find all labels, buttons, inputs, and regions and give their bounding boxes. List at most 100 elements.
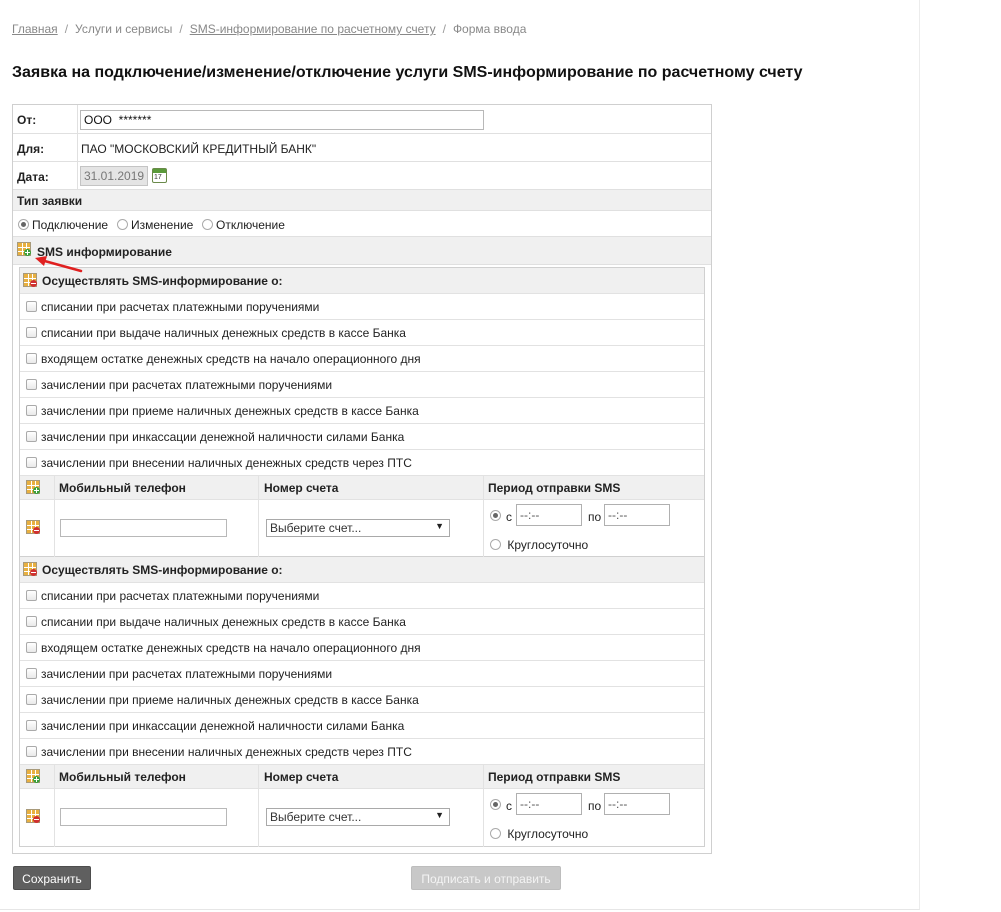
- phone-input[interactable]: [60, 519, 227, 537]
- radio-connect-label: Подключение: [32, 218, 109, 232]
- remove-badge: [33, 527, 40, 534]
- checkbox[interactable]: [26, 405, 37, 416]
- account-select[interactable]: Выберите счет... ▼: [266, 519, 450, 537]
- column-period: Период отправки SMS: [488, 481, 621, 495]
- block-2-grid-row: Выберите счет... ▼ с по Круглосуточно: [20, 789, 704, 847]
- option-label: зачислении при инкассации денежной налич…: [41, 719, 405, 733]
- radio-connect-control[interactable]: [18, 219, 29, 230]
- checkbox[interactable]: [26, 353, 37, 364]
- option-label: зачислении при внесении наличных денежны…: [41, 745, 412, 759]
- calendar-icon[interactable]: 17: [152, 168, 167, 183]
- breadcrumb-home[interactable]: Главная: [12, 22, 58, 36]
- radio-disconnect-control[interactable]: [202, 219, 213, 230]
- save-button[interactable]: Сохранить: [13, 866, 91, 890]
- remove-badge: [33, 816, 40, 823]
- date-label: Дата:: [17, 170, 49, 184]
- time-from-input[interactable]: [516, 504, 582, 526]
- sms-section-header: SMS информирование: [13, 237, 711, 265]
- option-label: зачислении при внесении наличных денежны…: [41, 456, 412, 470]
- add-block-icon[interactable]: [17, 242, 31, 256]
- round-the-clock-radio[interactable]: [490, 539, 501, 550]
- add-row-icon[interactable]: [26, 769, 40, 783]
- round-the-clock-radio[interactable]: [490, 828, 501, 839]
- breadcrumb: Главная / Услуги и сервисы / SMS-информирова…: [12, 22, 526, 36]
- sign-and-send-button[interactable]: Подписать и отправить: [411, 866, 561, 890]
- block-1-grid-header: Мобильный телефон Номер счета Период отп…: [20, 476, 704, 500]
- period-from-label: с: [506, 510, 512, 524]
- block-2-option[interactable]: списании при выдаче наличных денежных ср…: [20, 609, 704, 635]
- from-input[interactable]: [80, 110, 484, 130]
- remove-row-icon[interactable]: [26, 809, 40, 823]
- request-type-header: Тип заявки: [13, 190, 711, 211]
- block-2-option[interactable]: списании при расчетах платежными поручен…: [20, 583, 704, 609]
- block-1-option[interactable]: зачислении при расчетах платежными поруч…: [20, 372, 704, 398]
- add-badge: [33, 487, 40, 494]
- radio-connect[interactable]: Подключение: [18, 218, 108, 232]
- block-2-option[interactable]: зачислении при инкассации денежной налич…: [20, 713, 704, 739]
- time-from-input[interactable]: [516, 793, 582, 815]
- request-type-label: Тип заявки: [17, 194, 83, 208]
- option-label: зачислении при расчетах платежными поруч…: [41, 378, 333, 392]
- round-the-clock-label: Круглосуточно: [507, 538, 589, 552]
- for-value: ПАО "МОСКОВСКИЙ КРЕДИТНЫЙ БАНК": [81, 142, 317, 156]
- option-label: списании при выдаче наличных денежных ср…: [41, 326, 406, 340]
- block-1-option[interactable]: зачислении при приеме наличных денежных …: [20, 398, 704, 424]
- block-1-option[interactable]: зачислении при инкассации денежной налич…: [20, 424, 704, 450]
- add-badge: [33, 776, 40, 783]
- block-1-option[interactable]: зачислении при внесении наличных денежны…: [20, 450, 704, 476]
- arrow-shaft: [39, 258, 83, 273]
- block-1-grid-row: Выберите счет... ▼ с по Круглосуточно: [20, 500, 704, 558]
- time-to-input[interactable]: [604, 793, 670, 815]
- block-1-option[interactable]: списании при расчетах платежными поручен…: [20, 294, 704, 320]
- radio-disconnect-label: Отключение: [216, 218, 285, 232]
- add-row-icon[interactable]: [26, 480, 40, 494]
- period-to-label: по: [588, 510, 602, 524]
- option-label: зачислении при расчетах платежными поруч…: [41, 667, 333, 681]
- block-2-option[interactable]: зачислении при внесении наличных денежны…: [20, 739, 704, 765]
- divider: [483, 789, 484, 847]
- radio-change-label: Изменение: [131, 218, 194, 232]
- account-select[interactable]: Выберите счет... ▼: [266, 808, 450, 826]
- checkbox[interactable]: [26, 301, 37, 312]
- remove-block-icon[interactable]: [23, 562, 37, 576]
- checkbox[interactable]: [26, 379, 37, 390]
- breadcrumb-separator: /: [64, 22, 69, 36]
- block-2-option[interactable]: входящем остатке денежных средств на нач…: [20, 635, 704, 661]
- phone-input[interactable]: [60, 808, 227, 826]
- radio-change[interactable]: Изменение: [117, 218, 193, 232]
- option-label: списании при расчетах платежными поручен…: [41, 589, 320, 603]
- breadcrumb-separator: /: [179, 22, 183, 36]
- remove-row-icon[interactable]: [26, 520, 40, 534]
- checkbox[interactable]: [26, 616, 37, 627]
- checkbox[interactable]: [26, 694, 37, 705]
- block-1-option[interactable]: списании при выдаче наличных денежных ср…: [20, 320, 704, 346]
- block-2-header-label: Осуществлять SMS-информирование о:: [42, 563, 283, 577]
- checkbox[interactable]: [26, 327, 37, 338]
- remove-badge: [30, 569, 37, 576]
- checkbox[interactable]: [26, 431, 37, 442]
- radio-change-control[interactable]: [117, 219, 128, 230]
- breadcrumb-sms-service[interactable]: SMS-информирование по расчетному счету: [190, 22, 436, 36]
- option-label: входящем остатке денежных средств на нач…: [41, 641, 421, 655]
- divider: [258, 789, 259, 847]
- checkbox[interactable]: [26, 590, 37, 601]
- block-2-option[interactable]: зачислении при приеме наличных денежных …: [20, 687, 704, 713]
- breadcrumb-separator: /: [442, 22, 446, 36]
- checkbox[interactable]: [26, 746, 37, 757]
- period-interval-radio[interactable]: [490, 510, 501, 521]
- time-to-input[interactable]: [604, 504, 670, 526]
- block-1-option[interactable]: входящем остатке денежных средств на нач…: [20, 346, 704, 372]
- block-2-option[interactable]: зачислении при расчетах платежными поруч…: [20, 661, 704, 687]
- checkbox[interactable]: [26, 642, 37, 653]
- checkbox[interactable]: [26, 668, 37, 679]
- round-the-clock-option[interactable]: Круглосуточно: [490, 538, 588, 552]
- page-title: Заявка на подключение/изменение/отключен…: [12, 64, 803, 81]
- checkbox[interactable]: [26, 457, 37, 468]
- radio-disconnect[interactable]: Отключение: [202, 218, 285, 232]
- add-badge: [24, 249, 31, 256]
- remove-badge: [30, 280, 37, 287]
- round-the-clock-option[interactable]: Круглосуточно: [490, 827, 588, 841]
- period-interval-radio[interactable]: [490, 799, 501, 810]
- checkbox[interactable]: [26, 720, 37, 731]
- breadcrumb-services[interactable]: Услуги и сервисы: [75, 22, 172, 36]
